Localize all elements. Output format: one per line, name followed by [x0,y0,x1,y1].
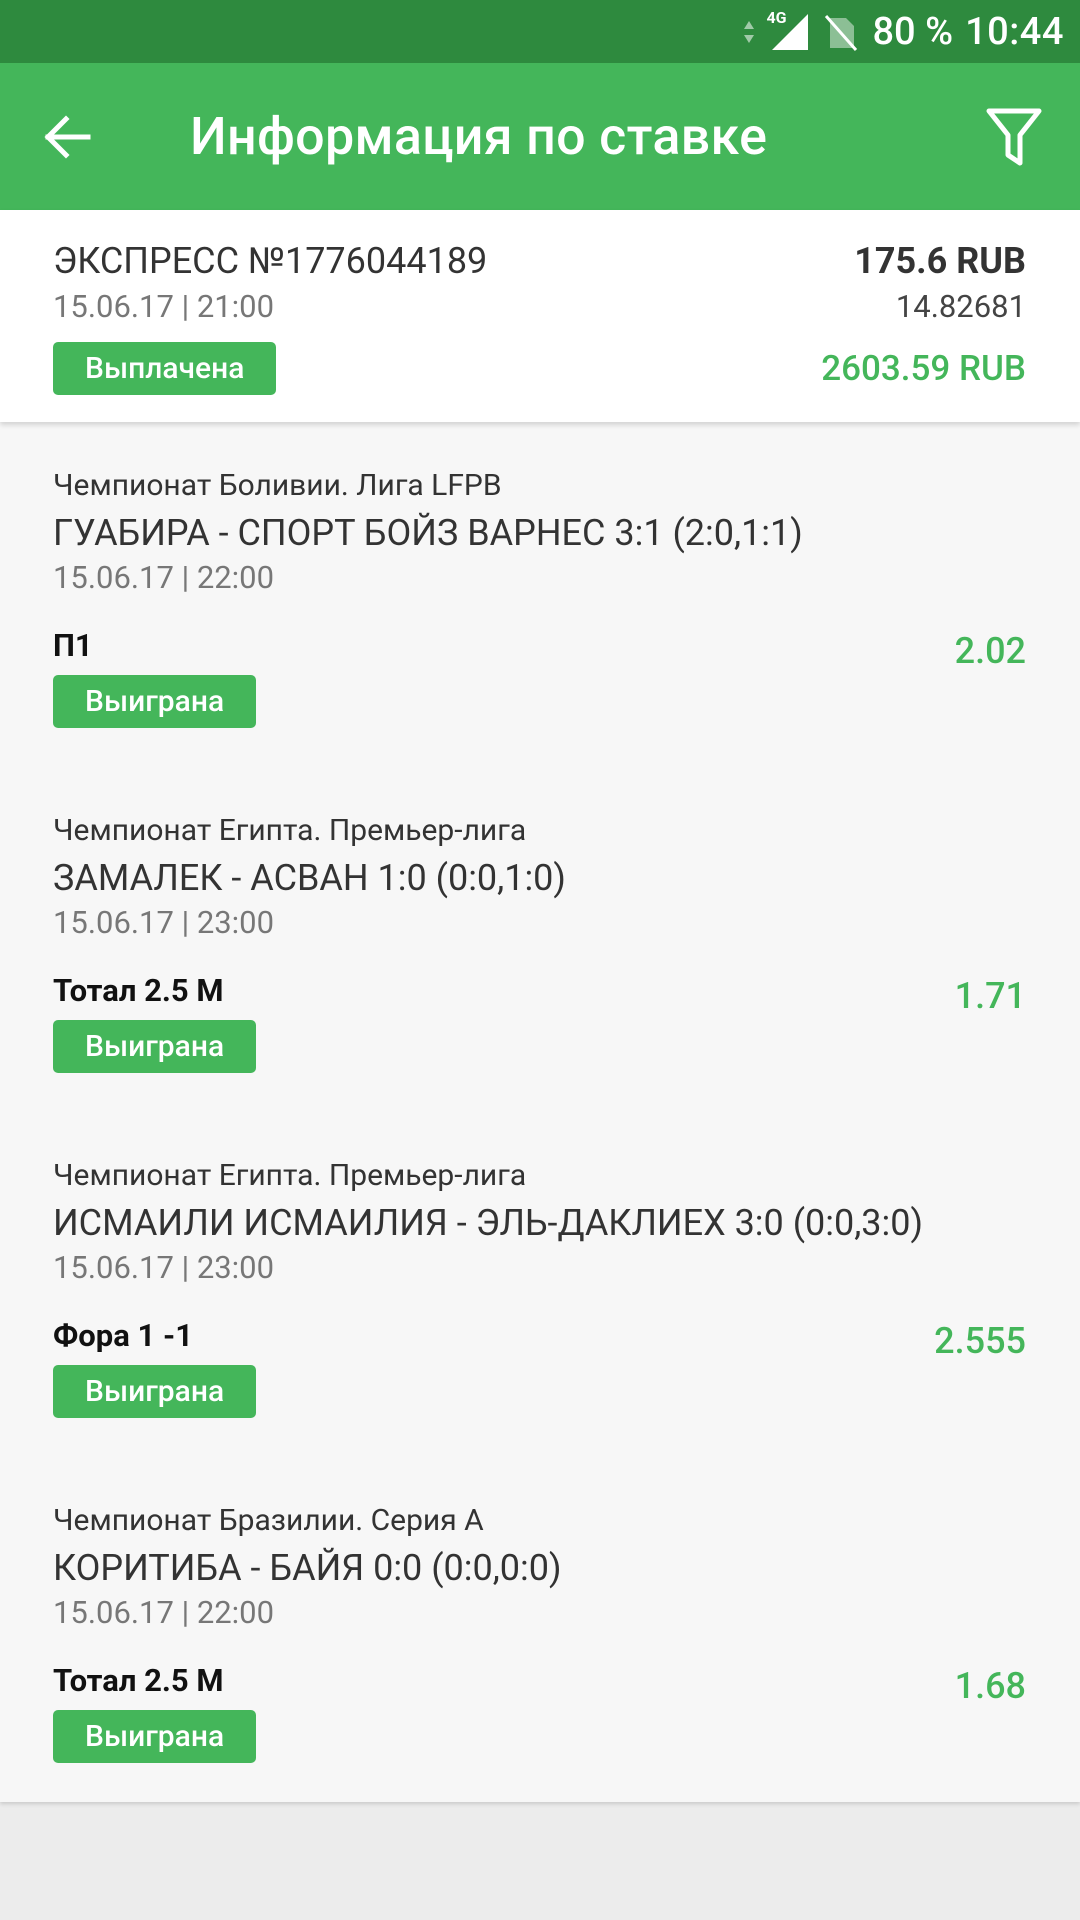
bet-title: ЭКСПРЕСС №1776044189 [53,240,488,282]
event-date: 15.06.17 | 23:00 [53,904,275,941]
event-outcome: Тотал 2.5 М [53,1662,224,1699]
event-league: Чемпионат Бразилии. Серия А [53,1503,484,1538]
signal-icon: 4G [766,8,810,52]
status-bar: 4G 80 % 10:44 [0,0,1080,63]
event-status-badge: Выиграна [53,675,257,728]
bet-date: 15.06.17 | 21:00 [53,288,275,325]
event-match: ИСМАИЛИ ИСМАИЛИЯ - ЭЛЬ-ДАКЛИЕХ 3:0 (0:0,… [53,1202,923,1244]
event-odds: 1.68 [954,1665,1026,1707]
app-bar: Информация по ставке [0,63,1080,210]
event-odds: 1.71 [954,975,1026,1017]
event-status-badge: Выиграна [53,1710,257,1763]
page-title: Информация по ставке [190,106,768,167]
event-date: 15.06.17 | 22:00 [53,1594,275,1631]
list-item: Чемпионат Египта. Премьер-лига ИСМАИЛИ И… [0,1112,1080,1457]
event-outcome: П1 [53,627,93,664]
bet-status-badge: Выплачена [53,342,277,395]
network-type-label: 4G [766,7,787,27]
event-date: 15.06.17 | 23:00 [53,1249,275,1286]
event-league: Чемпионат Боливии. Лига LFPB [53,468,502,503]
event-status-badge: Выиграна [53,1365,257,1418]
event-outcome: Тотал 2.5 М [53,972,224,1009]
list-item: Чемпионат Боливии. Лига LFPB ГУАБИРА - С… [0,422,1080,767]
event-match: КОРИТИБА - БАЙЯ 0:0 (0:0,0:0) [53,1547,562,1589]
event-date: 15.06.17 | 22:00 [53,559,275,596]
no-sim-icon [824,12,858,52]
status-time: 10:44 [965,9,1064,54]
battery-percent: 80 % [872,9,954,54]
bet-summary-card: ЭКСПРЕСС №1776044189 15.06.17 | 21:00 Вы… [0,210,1080,422]
event-outcome: Фора 1 -1 [53,1317,194,1354]
events-list: Чемпионат Боливии. Лига LFPB ГУАБИРА - С… [0,422,1080,1802]
list-item: Чемпионат Бразилии. Серия А КОРИТИБА - Б… [0,1457,1080,1802]
bet-coefficient: 14.82681 [895,288,1026,325]
event-league: Чемпионат Египта. Премьер-лига [53,1158,527,1193]
filter-icon[interactable] [984,105,1044,169]
bet-payout: 2603.59 RUB [821,348,1026,389]
list-item: Чемпионат Египта. Премьер-лига ЗАМАЛЕК -… [0,767,1080,1112]
event-league: Чемпионат Египта. Премьер-лига [53,813,527,848]
event-status-badge: Выиграна [53,1020,257,1073]
event-match: ГУАБИРА - СПОРТ БОЙЗ ВАРНЕС 3:1 (2:0,1:1… [53,512,803,554]
data-arrows-icon [742,17,756,47]
bet-stake: 175.6 RUB [854,240,1026,282]
event-odds: 2.02 [954,630,1026,672]
arrow-back-icon[interactable] [40,109,96,165]
event-odds: 2.555 [934,1320,1026,1362]
event-match: ЗАМАЛЕК - АСВАН 1:0 (0:0,1:0) [53,857,566,899]
